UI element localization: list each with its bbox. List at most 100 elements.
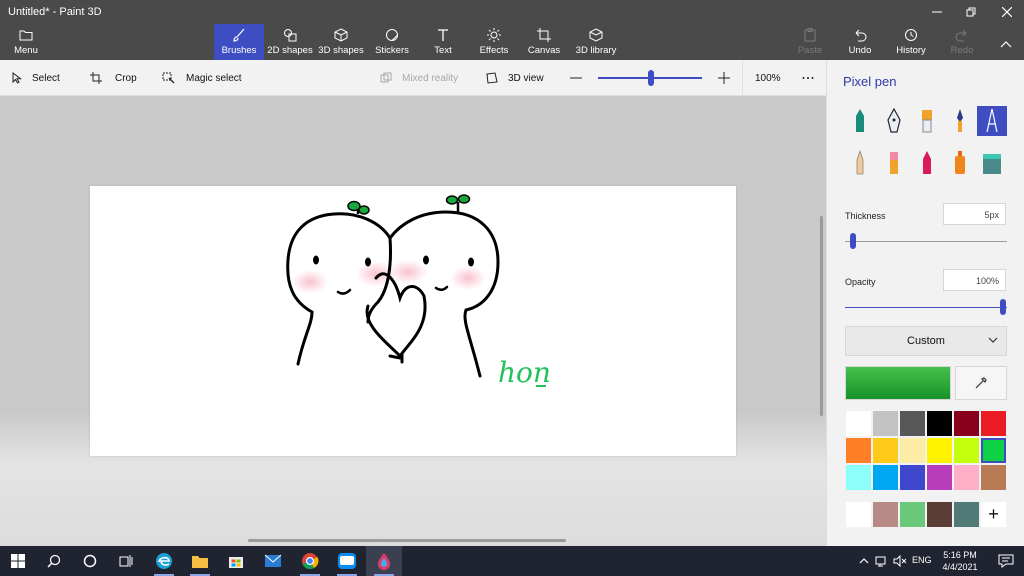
vertical-scrollbar[interactable] bbox=[820, 216, 823, 416]
color-swatch[interactable] bbox=[926, 410, 953, 437]
tab-3d-shapes[interactable]: 3D shapes bbox=[317, 24, 365, 60]
add-color-button[interactable]: + bbox=[980, 501, 1007, 528]
opacity-input[interactable]: 100% bbox=[943, 269, 1006, 291]
maximize-button[interactable] bbox=[956, 3, 986, 21]
current-color-swatch[interactable] bbox=[845, 366, 951, 400]
color-swatch[interactable] bbox=[872, 464, 899, 491]
mixed-reality-button[interactable]: Mixed reality bbox=[380, 70, 458, 86]
color-swatch[interactable] bbox=[872, 410, 899, 437]
zoom-level[interactable]: 100% bbox=[755, 70, 781, 86]
notification-center-button[interactable] bbox=[988, 546, 1024, 576]
select-button[interactable]: Select bbox=[12, 70, 60, 86]
opacity-slider-thumb[interactable] bbox=[1000, 299, 1006, 315]
color-swatch[interactable] bbox=[845, 437, 872, 464]
taskbar-store[interactable] bbox=[218, 546, 254, 576]
watercolor-tool[interactable] bbox=[945, 106, 975, 136]
custom-color-swatch[interactable] bbox=[899, 501, 926, 528]
taskbar: ENG 5:16 PM 4/4/2021 bbox=[0, 546, 1024, 576]
taskbar-file-explorer[interactable] bbox=[182, 546, 218, 576]
magic-select-button[interactable]: Magic select bbox=[162, 70, 242, 86]
tab-brushes[interactable]: Brushes bbox=[214, 24, 264, 60]
custom-color-swatch[interactable] bbox=[953, 501, 980, 528]
custom-color-swatch[interactable] bbox=[872, 501, 899, 528]
cortana-button[interactable] bbox=[72, 546, 108, 576]
close-button[interactable] bbox=[992, 3, 1022, 21]
volume-muted-icon bbox=[893, 555, 907, 567]
custom-color-swatch[interactable] bbox=[926, 501, 953, 528]
start-button[interactable] bbox=[0, 546, 36, 576]
collapse-ribbon-button[interactable] bbox=[994, 24, 1018, 60]
color-swatch[interactable] bbox=[899, 410, 926, 437]
thickness-input[interactable]: 5px bbox=[943, 203, 1006, 225]
language-indicator[interactable]: ENG bbox=[912, 555, 932, 565]
volume-button[interactable] bbox=[890, 546, 910, 576]
color-swatch[interactable] bbox=[980, 410, 1007, 437]
color-swatch[interactable] bbox=[953, 464, 980, 491]
tab-3d-library[interactable]: 3D library bbox=[572, 24, 620, 60]
history-button[interactable]: History bbox=[892, 24, 930, 60]
fill-tool[interactable] bbox=[977, 148, 1007, 178]
color-swatch[interactable] bbox=[845, 464, 872, 491]
clock[interactable]: 5:16 PM 4/4/2021 bbox=[938, 549, 982, 573]
taskbar-mail[interactable] bbox=[255, 546, 291, 576]
search-icon bbox=[47, 554, 61, 568]
3d-view-button[interactable]: 3D view bbox=[486, 70, 544, 86]
color-swatch[interactable] bbox=[926, 437, 953, 464]
thickness-slider-thumb[interactable] bbox=[850, 233, 856, 249]
crop-button[interactable]: Crop bbox=[90, 70, 137, 86]
taskbar-paint-3d[interactable] bbox=[366, 546, 402, 576]
color-swatch[interactable] bbox=[953, 437, 980, 464]
task-view-button[interactable] bbox=[108, 546, 144, 576]
color-swatch[interactable] bbox=[953, 410, 980, 437]
thickness-slider-track[interactable] bbox=[845, 241, 1007, 242]
paste-button[interactable]: Paste bbox=[794, 24, 826, 60]
color-swatch[interactable] bbox=[899, 437, 926, 464]
color-mode-dropdown[interactable]: Custom bbox=[845, 326, 1007, 356]
tab-effects[interactable]: Effects bbox=[474, 24, 514, 60]
cursor-icon bbox=[12, 72, 22, 84]
pencil-tool[interactable] bbox=[845, 148, 875, 178]
horizontal-scrollbar[interactable] bbox=[248, 539, 566, 542]
clock-time: 5:16 PM bbox=[943, 550, 977, 560]
marker-tool[interactable] bbox=[845, 106, 875, 136]
undo-button[interactable]: Undo bbox=[844, 24, 876, 60]
tab-canvas[interactable]: Canvas bbox=[524, 24, 564, 60]
tab-text[interactable]: Text bbox=[424, 24, 462, 60]
crayon-tool[interactable] bbox=[912, 148, 942, 178]
taskbar-edge[interactable] bbox=[146, 546, 182, 576]
minimize-button[interactable] bbox=[922, 3, 952, 21]
tab-label: Text bbox=[434, 45, 452, 56]
eraser-tool[interactable] bbox=[879, 148, 909, 178]
custom-color-swatch[interactable] bbox=[845, 501, 872, 528]
color-swatch[interactable] bbox=[980, 464, 1007, 491]
zoom-in-button[interactable] bbox=[718, 70, 730, 86]
search-button[interactable] bbox=[36, 546, 72, 576]
menu-button[interactable]: Menu bbox=[6, 24, 46, 60]
redo-icon bbox=[955, 27, 969, 43]
spray-can-tool[interactable] bbox=[945, 148, 975, 178]
redo-button[interactable]: Redo bbox=[946, 24, 978, 60]
tab-stickers[interactable]: Stickers bbox=[369, 24, 415, 60]
taskbar-zalo[interactable] bbox=[329, 546, 365, 576]
more-options-button[interactable] bbox=[802, 70, 814, 86]
network-button[interactable] bbox=[872, 546, 892, 576]
pixel-pen-tool[interactable] bbox=[977, 106, 1007, 136]
taskbar-chrome[interactable] bbox=[292, 546, 328, 576]
tab-2d-shapes[interactable]: 2D shapes bbox=[266, 24, 314, 60]
color-swatch[interactable] bbox=[926, 464, 953, 491]
color-swatch[interactable] bbox=[899, 464, 926, 491]
show-hidden-icons-button[interactable] bbox=[854, 546, 874, 576]
menu-label: Menu bbox=[14, 45, 38, 56]
color-swatch[interactable] bbox=[845, 410, 872, 437]
opacity-slider-track[interactable] bbox=[845, 307, 1007, 308]
zoom-slider-thumb[interactable] bbox=[648, 70, 654, 86]
eyedropper-button[interactable] bbox=[955, 366, 1007, 400]
canvas-handwriting: hon bbox=[498, 356, 551, 389]
color-swatch[interactable] bbox=[980, 437, 1007, 464]
tab-label: Stickers bbox=[375, 45, 409, 56]
drawing-canvas[interactable]: hon bbox=[90, 186, 736, 456]
color-swatch[interactable] bbox=[872, 437, 899, 464]
zoom-out-button[interactable] bbox=[570, 70, 582, 86]
calligraphy-pen-tool[interactable] bbox=[879, 106, 909, 136]
oil-brush-tool[interactable] bbox=[912, 106, 942, 136]
